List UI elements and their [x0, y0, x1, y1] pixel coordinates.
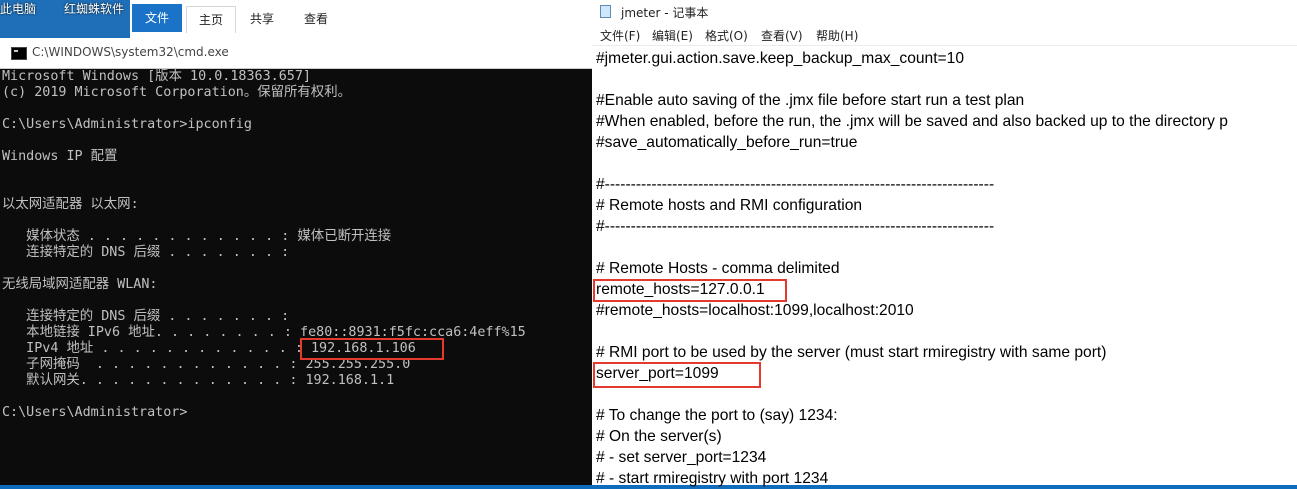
console-line: 以太网适配器 以太网: [2, 197, 139, 212]
menu-format[interactable]: 格式(O) [705, 27, 748, 44]
cmd-icon [11, 47, 27, 60]
ipv4-highlight-box [300, 338, 444, 360]
text-line: # - start rmiregistry with port 1234 [596, 470, 829, 487]
console-line: 媒体状态 . . . . . . . . . . . . : 媒体已断开连接 [2, 229, 392, 244]
console-line: 连接特定的 DNS 后缀 . . . . . . . : [2, 245, 290, 260]
cmd-title: C:\WINDOWS\system32\cmd.exe [32, 45, 229, 59]
menu-edit[interactable]: 编辑(E) [652, 27, 693, 44]
notepad-menubar: 文件(F) 编辑(E) 格式(O) 查看(V) 帮助(H) [592, 24, 1297, 46]
notepad-title: jmeter - 记事本 [621, 6, 709, 20]
remote-hosts-highlight-box [593, 279, 787, 302]
console-line: Windows IP 配置 [2, 149, 118, 164]
text-line: # Remote Hosts - comma delimited [596, 260, 840, 277]
notepad-icon [600, 5, 611, 18]
desktop-icon-this-pc[interactable]: 此电脑 [0, 0, 36, 17]
console-line: 默认网关. . . . . . . . . . . . . : 192.168.… [2, 373, 395, 388]
notepad-text-area[interactable]: #jmeter.gui.action.save.keep_backup_max_… [592, 46, 1297, 487]
text-line: # Remote hosts and RMI configuration [596, 197, 863, 214]
cmd-titlebar[interactable]: C:\WINDOWS\system32\cmd.exe [0, 38, 592, 69]
tab-home[interactable]: 主页 [186, 6, 236, 33]
console-output[interactable]: Microsoft Windows [版本 10.0.18363.657] (c… [0, 69, 592, 485]
console-line: C:\Users\Administrator>ipconfig [2, 117, 252, 132]
menu-help[interactable]: 帮助(H) [816, 27, 858, 44]
console-line: 连接特定的 DNS 后缀 . . . . . . . : [2, 309, 290, 324]
text-line: #Enable auto saving of the .jmx file bef… [596, 92, 1025, 109]
menu-view[interactable]: 查看(V) [761, 27, 803, 44]
text-line: #---------------------------------------… [596, 218, 995, 235]
text-line: #When enabled, before the run, the .jmx … [596, 113, 1228, 130]
text-line: # - set server_port=1234 [596, 449, 767, 466]
console-prompt: C:\Users\Administrator> [2, 405, 188, 420]
tab-file[interactable]: 文件 [132, 4, 182, 32]
cmd-window: C:\WINDOWS\system32\cmd.exe Microsoft Wi… [0, 38, 592, 485]
text-line: #save_automatically_before_run=true [596, 134, 858, 151]
text-line: #---------------------------------------… [596, 176, 995, 193]
text-line: # RMI port to be used by the server (mus… [596, 344, 1107, 361]
tab-share[interactable]: 共享 [240, 6, 284, 32]
text-line: # On the server(s) [596, 428, 722, 445]
server-port-highlight-box [593, 362, 761, 388]
file-explorer-ribbon: 文件 主页 共享 查看 [130, 0, 592, 39]
console-line: Microsoft Windows [版本 10.0.18363.657] [2, 69, 311, 84]
console-line: (c) 2019 Microsoft Corporation。保留所有权利。 [2, 85, 351, 100]
notepad-titlebar[interactable]: jmeter - 记事本 [592, 0, 1297, 24]
desktop-icon-app[interactable]: 红蜘蛛软件 [64, 0, 124, 17]
notepad-window: jmeter - 记事本 文件(F) 编辑(E) 格式(O) 查看(V) 帮助(… [592, 0, 1297, 487]
console-line: 本地链接 IPv6 地址. . . . . . . . : fe80::8931… [2, 325, 526, 340]
menu-file[interactable]: 文件(F) [600, 27, 640, 44]
text-line: # To change the port to (say) 1234: [596, 407, 838, 424]
desktop: 此电脑 红蜘蛛软件 [0, 0, 130, 38]
console-line: 无线局域网适配器 WLAN: [2, 277, 158, 292]
text-line: #remote_hosts=localhost:1099,localhost:2… [596, 302, 914, 319]
text-line: #jmeter.gui.action.save.keep_backup_max_… [596, 50, 964, 67]
tab-view[interactable]: 查看 [294, 6, 338, 32]
